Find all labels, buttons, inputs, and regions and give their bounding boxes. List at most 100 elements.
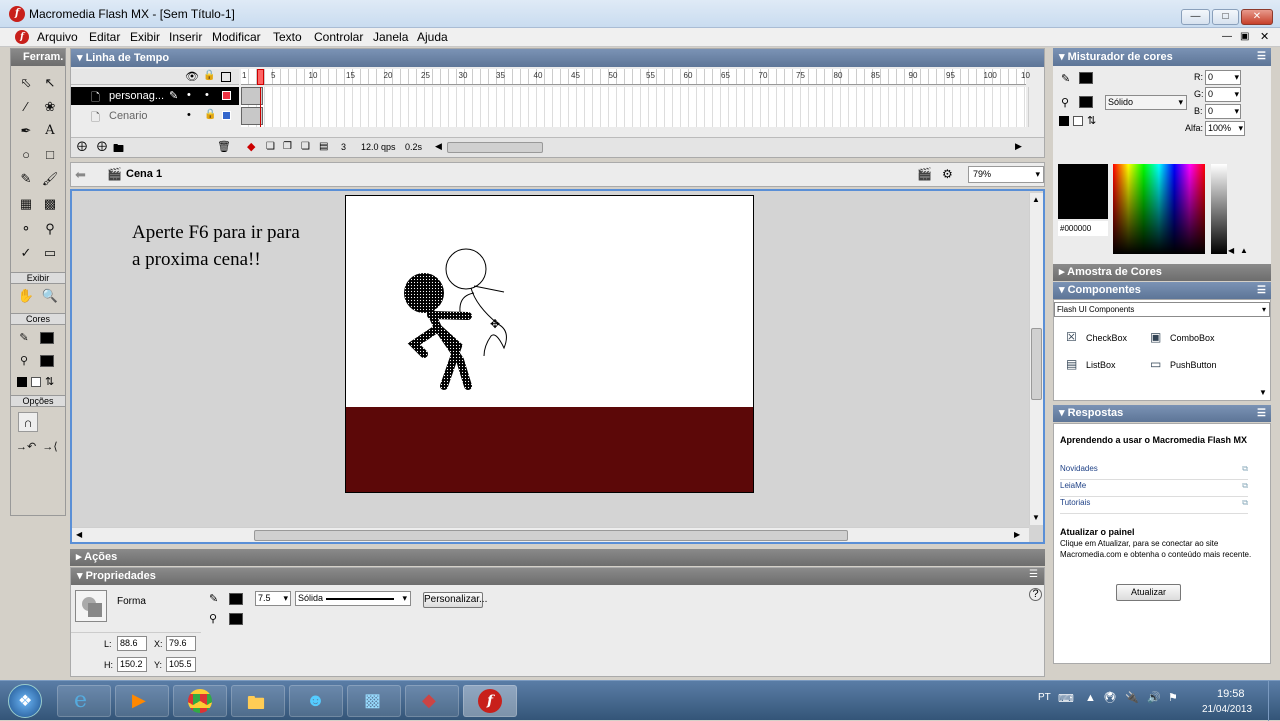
answers-header[interactable]: ▾ Respostas ☰: [1053, 405, 1271, 422]
component-set-select[interactable]: Flash UI Components ▾: [1054, 302, 1270, 317]
scene-name[interactable]: Cena 1: [126, 168, 162, 180]
menu-texto[interactable]: Texto: [273, 30, 302, 44]
no-color-icon[interactable]: [1073, 116, 1083, 126]
document-icon[interactable]: f: [15, 30, 29, 44]
layer-row-cenario[interactable]: 🗋 Cenario • 🔒: [71, 107, 239, 125]
eyedropper-tool-icon[interactable]: ✓: [16, 243, 36, 263]
minimize-button[interactable]: —: [1181, 9, 1210, 25]
stroke-style-select[interactable]: Sólida ▾: [295, 591, 411, 606]
maximize-button[interactable]: □: [1212, 9, 1239, 25]
slider-arrow-icon[interactable]: ◀: [1228, 246, 1234, 255]
timeline-header[interactable]: ▾ Linha de Tempo: [71, 49, 1044, 67]
edit-symbols-icon[interactable]: ⚙: [942, 167, 953, 181]
lasso-tool-icon[interactable]: ❀: [40, 97, 60, 117]
clock-date[interactable]: 21/04/2013: [1202, 704, 1252, 715]
free-transform-tool-icon[interactable]: ▦: [16, 194, 36, 214]
component-combobox[interactable]: ComboBox: [1170, 333, 1215, 343]
flag-icon[interactable]: ⚑: [1168, 691, 1178, 704]
playhead[interactable]: [257, 69, 264, 85]
vscroll-thumb[interactable]: [1031, 328, 1042, 400]
timeline-vscroll[interactable]: [1028, 87, 1042, 127]
link-novidades[interactable]: Novidades ⧉: [1060, 464, 1248, 480]
add-layer-icon[interactable]: ⨁: [77, 141, 87, 152]
smooth-icon[interactable]: →↶: [16, 437, 36, 457]
y-field[interactable]: 105.5: [166, 657, 196, 672]
menu-inserir[interactable]: Inserir: [169, 30, 202, 44]
layer-color-box[interactable]: [222, 91, 231, 100]
scroll-left-icon[interactable]: ◀: [435, 141, 442, 152]
delete-layer-icon[interactable]: 🗑: [217, 140, 231, 153]
color-spectrum[interactable]: [1113, 164, 1205, 254]
notes-taskbar-button[interactable]: ▩: [347, 685, 401, 717]
layer-row-personagem[interactable]: 🗋 personag... ✎ • •: [71, 87, 239, 105]
blue-field[interactable]: 0 ▾: [1205, 104, 1241, 119]
power-icon[interactable]: 🔌: [1125, 691, 1139, 704]
no-color-icon[interactable]: [31, 377, 41, 387]
scroll-right-icon[interactable]: ▶: [1014, 530, 1020, 539]
color-mixer-header[interactable]: ▾ Misturador de cores ☰: [1053, 48, 1271, 66]
tray-arrow-icon[interactable]: ▲: [1085, 692, 1096, 704]
explorer-taskbar-button[interactable]: 🖿: [231, 685, 285, 717]
start-button[interactable]: ❖: [8, 684, 42, 718]
add-folder-icon[interactable]: 🖿: [113, 140, 124, 159]
swap-colors-icon[interactable]: ⇅: [1087, 114, 1096, 127]
outline-icon[interactable]: [221, 72, 231, 82]
menu-editar[interactable]: Editar: [89, 30, 120, 44]
component-listbox[interactable]: ListBox: [1086, 360, 1116, 370]
menu-ajuda[interactable]: Ajuda: [417, 30, 448, 44]
alpha-field[interactable]: 100% ▾: [1205, 121, 1245, 136]
arrow-tool-icon[interactable]: ⬁: [16, 73, 36, 93]
ground-rectangle[interactable]: [346, 407, 753, 492]
brightness-slider[interactable]: [1211, 164, 1227, 254]
components-header[interactable]: ▾ Componentes ☰: [1053, 282, 1271, 299]
timeline-hscroll-thumb[interactable]: [447, 142, 543, 153]
straighten-icon[interactable]: →⟨: [40, 437, 60, 457]
paint-bucket-tool-icon[interactable]: ⚲: [40, 219, 60, 239]
layer-color-box[interactable]: [222, 111, 231, 120]
snap-magnet-icon[interactable]: ∩: [18, 412, 38, 432]
frame-ruler[interactable]: 1 5 10 15 20 25 30 35 40 45 50 55 60 65 70 75 80 85 90 95 10…: [241, 69, 1030, 85]
text-tool-icon[interactable]: A: [40, 121, 60, 141]
keyboard-icon[interactable]: ⌨: [1058, 692, 1074, 705]
hand-tool-icon[interactable]: ✋: [16, 286, 36, 306]
help-icon[interactable]: ?: [1029, 588, 1042, 601]
frames-grid[interactable]: [241, 87, 1026, 127]
stroke-color-swatch[interactable]: [40, 332, 54, 344]
stage-area[interactable]: Aperte F6 para ir para a proxima cena!! …: [70, 189, 1045, 544]
oval-tool-icon[interactable]: ○: [16, 145, 36, 165]
ink-bottle-tool-icon[interactable]: ⚬: [16, 219, 36, 239]
menu-exibir[interactable]: Exibir: [130, 30, 160, 44]
toolbox-header[interactable]: Ferram.: [11, 49, 65, 66]
actions-header[interactable]: ▸ Ações: [70, 549, 1045, 566]
properties-header[interactable]: ▾ Propriedades: [71, 568, 1044, 585]
default-colors-icon[interactable]: [1059, 116, 1069, 126]
app-taskbar-button[interactable]: ◆: [405, 685, 459, 717]
close-button[interactable]: ✕: [1241, 9, 1273, 25]
hex-field[interactable]: #000000: [1058, 221, 1108, 236]
hscroll-thumb[interactable]: [254, 530, 848, 541]
panel-menu-icon[interactable]: ☰: [1029, 569, 1038, 580]
menu-arquivo[interactable]: Arquivo: [37, 30, 78, 44]
back-arrow-icon[interactable]: ⬅: [75, 167, 86, 183]
chevron-down-icon[interactable]: ▼: [1259, 388, 1267, 397]
mixer-fill-swatch[interactable]: [1079, 96, 1093, 108]
fill-color-swatch[interactable]: [40, 355, 54, 367]
flash-taskbar-button[interactable]: f: [463, 685, 517, 717]
ie-taskbar-button[interactable]: e: [57, 685, 111, 717]
scroll-down-icon[interactable]: ▼: [1032, 513, 1040, 522]
center-frame-icon[interactable]: ◆: [247, 140, 255, 153]
stroke-color-swatch[interactable]: [229, 593, 243, 605]
language-indicator[interactable]: PT: [1038, 692, 1051, 703]
pen-tool-icon[interactable]: ✒: [16, 121, 36, 141]
volume-icon[interactable]: 🔊: [1147, 691, 1161, 704]
add-guide-icon[interactable]: ⨁: [97, 141, 107, 152]
doc-minimize-button[interactable]: —: [1222, 31, 1232, 42]
onion-outline-icon[interactable]: ❐: [283, 141, 292, 152]
lock-icon[interactable]: 🔒: [204, 109, 216, 120]
expand-icon[interactable]: ▲: [1240, 246, 1248, 255]
menu-janela[interactable]: Janela: [373, 30, 408, 44]
scroll-right-icon[interactable]: ▶: [1015, 141, 1022, 152]
layer-name[interactable]: personag...: [109, 90, 164, 102]
instruction-text[interactable]: Aperte F6 para ir para a proxima cena!!: [132, 219, 312, 273]
brush-tool-icon[interactable]: 🖌: [40, 169, 60, 189]
